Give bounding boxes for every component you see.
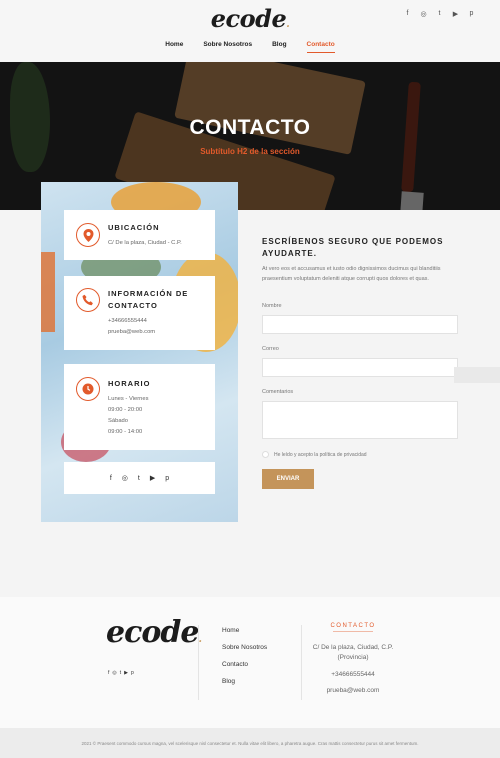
privacy-row: He leído y acepto la política de privaci…: [262, 451, 367, 458]
footer-link-blog[interactable]: Blog: [222, 678, 267, 686]
logo-text: ecode: [210, 4, 287, 33]
contact-info-card: INFORMACIÓN DE CONTACTO +34666555444 pru…: [64, 276, 215, 350]
privacy-checkbox[interactable]: [262, 451, 269, 458]
footer-email[interactable]: prueba@web.com: [302, 686, 404, 696]
header-social-links: f ◎ t ▶ p: [403, 10, 476, 18]
twitter-icon[interactable]: t: [435, 10, 444, 18]
nav-blog[interactable]: Blog: [272, 41, 286, 53]
footer-links: Home Sobre Nosotros Contacto Blog: [222, 627, 267, 686]
privacy-label[interactable]: He leído y acepto la política de privaci…: [274, 452, 367, 458]
copyright-text: 2021 © Praesent commodo cursus magna, ve…: [81, 740, 419, 746]
youtube-icon[interactable]: ▶: [124, 670, 128, 676]
footer-address: C/ De la plaza, Ciudad, C.P. (Provincia): [312, 644, 394, 661]
hours-saturday-label: Sábado: [108, 418, 128, 424]
footer-social-links: f ◎ t ▶ p: [108, 670, 134, 676]
location-pin-icon: [76, 223, 100, 247]
footer-contact-underline: [333, 631, 373, 632]
comments-label: Comentarios: [262, 389, 294, 395]
page-subtitle: Subtítulo H2 de la sección: [200, 147, 300, 156]
facebook-icon[interactable]: f: [110, 475, 112, 482]
footer-phone[interactable]: +34666555444: [302, 670, 404, 680]
location-title: UBICACIÓN: [108, 223, 160, 232]
site-logo[interactable]: ecode.: [0, 4, 500, 33]
facebook-icon[interactable]: f: [108, 670, 109, 676]
hours-title: HORARIO: [108, 379, 151, 388]
clock-icon: [76, 377, 100, 401]
footer-logo-text: ecode: [106, 615, 199, 650]
footer-logo[interactable]: ecode.: [106, 615, 202, 650]
logo-dot: .: [286, 19, 290, 30]
page-title: CONTACTO: [189, 116, 311, 139]
pinterest-icon[interactable]: p: [131, 670, 134, 676]
footer-link-sobre-nosotros[interactable]: Sobre Nosotros: [222, 644, 267, 652]
email-label: Correo: [262, 346, 279, 352]
footer-contact-title: CONTACTO: [302, 623, 404, 632]
pinterest-icon[interactable]: p: [165, 475, 169, 482]
name-label: Nombre: [262, 303, 282, 309]
comments-textarea[interactable]: [262, 401, 458, 439]
hours-weekday-label: Lunes - Viernes: [108, 396, 149, 402]
instagram-icon[interactable]: ◎: [419, 10, 428, 18]
footer-contact-title-text: CONTACTO: [330, 623, 376, 629]
footer-divider: [198, 625, 199, 700]
nav-sobre-nosotros[interactable]: Sobre Nosotros: [203, 41, 252, 53]
main-nav: Home Sobre Nosotros Blog Contacto: [0, 41, 500, 53]
contact-phone[interactable]: +34666555444: [108, 316, 147, 327]
location-card: UBICACIÓN C/ De la plaza, Ciudad - C.P.: [64, 210, 215, 260]
phone-icon: [76, 288, 100, 312]
form-description: At vero eos et accusamus et iusto odio d…: [262, 266, 441, 282]
youtube-icon[interactable]: ▶: [451, 10, 460, 18]
twitter-icon[interactable]: t: [120, 670, 121, 676]
submit-button[interactable]: ENVIAR: [262, 469, 314, 489]
card-social-links: f ◎ t ▶ p: [64, 462, 215, 494]
site-header: ecode. f ◎ t ▶ p Home Sobre Nosotros Blo…: [0, 0, 500, 62]
youtube-icon[interactable]: ▶: [150, 474, 155, 482]
site-footer: ecode. f ◎ t ▶ p Home Sobre Nosotros Con…: [0, 597, 500, 728]
side-tab[interactable]: [454, 367, 500, 383]
nav-home[interactable]: Home: [165, 41, 183, 53]
contact-email[interactable]: prueba@web.com: [108, 327, 155, 338]
facebook-icon[interactable]: f: [403, 10, 412, 18]
pinterest-icon[interactable]: p: [467, 10, 476, 18]
nav-contacto[interactable]: Contacto: [306, 41, 335, 53]
twitter-icon[interactable]: t: [138, 475, 140, 482]
contact-info-title: INFORMACIÓN DE CONTACTO: [108, 289, 189, 310]
email-input[interactable]: [262, 358, 458, 377]
location-address: C/ De la plaza, Ciudad - C.P.: [108, 240, 182, 246]
footer-link-home[interactable]: Home: [222, 627, 267, 635]
copyright-bar: 2021 © Praesent commodo cursus magna, ve…: [0, 728, 500, 758]
instagram-icon[interactable]: ◎: [122, 474, 128, 482]
form-title: ESCRÍBENOS SEGURO QUE PODEMOS AYUDARTE.: [262, 237, 444, 258]
hours-saturday-time: 09:00 - 14:00: [108, 429, 143, 435]
hours-card: HORARIO Lunes - Viernes 09:00 - 20:00 Sá…: [64, 364, 215, 450]
name-input[interactable]: [262, 315, 458, 334]
instagram-icon[interactable]: ◎: [112, 670, 116, 676]
photo-food: [41, 252, 55, 332]
hours-weekday-time: 09:00 - 20:00: [108, 407, 143, 413]
footer-link-contacto[interactable]: Contacto: [222, 661, 267, 669]
